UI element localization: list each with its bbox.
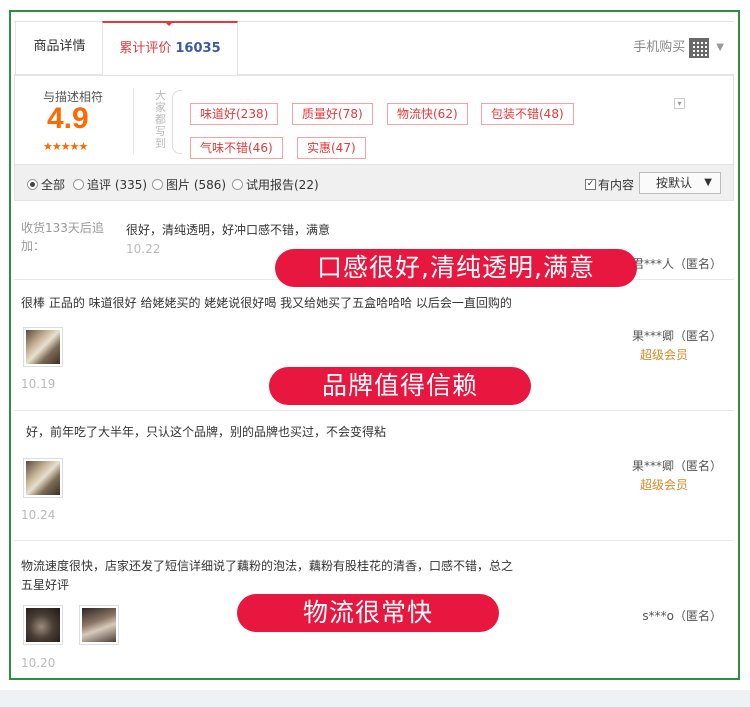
mobile-buy-label: 手机购买 [633, 40, 686, 55]
tab-reviews-label: 累计评价 [119, 41, 172, 56]
has-content-label: 有内容 [598, 178, 635, 192]
review-photo-thumbnail[interactable] [23, 605, 63, 645]
tab-reviews-count: 16035 [175, 41, 221, 56]
rating-score: 4.9 [47, 102, 89, 135]
review-photo [26, 461, 60, 495]
tab-product-details[interactable]: 商品详情 [15, 21, 103, 75]
filter-all-label: 全部 [41, 178, 66, 192]
review-text: 很棒 正品的 味道很好 给姥姥买的 姥姥说很好喝 我又给她买了五盒哈哈哈 以后会… [21, 296, 512, 310]
member-level-badge: 超级会员 [639, 348, 688, 362]
tag-quality-good[interactable]: 质量好(78) [292, 103, 373, 125]
review-date: 10.24 [21, 508, 56, 522]
radio-icon [232, 179, 243, 190]
review-date: 10.19 [21, 377, 56, 391]
tab-cumulative-reviews[interactable]: 累计评价 16035 [102, 21, 238, 76]
review-username: 君***人（匿名） [631, 257, 722, 271]
filter-pictures[interactable]: 图片 (586) [152, 176, 226, 193]
rating-stars-icon: ★★★★★ [43, 140, 88, 153]
brace-decoration [172, 90, 182, 154]
filter-append-label: 追评 (335) [87, 178, 148, 192]
filter-trial-reports[interactable]: 试用报告(22) [232, 176, 319, 193]
sort-select-value: 按默认 [656, 176, 693, 190]
rating-summary: 与描述相符 4.9 ★★★★★ 大家都写到 味道好(238) 质量好(78) 物… [14, 75, 734, 165]
review-filter-bar: 全部 追评 (335) 图片 (586) 试用报告(22) ✓ 有内容 按默认 … [14, 165, 734, 201]
chevron-down-icon: ▼ [704, 177, 712, 188]
review-username: s***o（匿名） [642, 609, 722, 623]
tab-product-details-label: 商品详情 [33, 39, 86, 54]
bottom-band [0, 690, 750, 707]
review-text: 很好，清纯透明，好冲口感不错，满意 [126, 223, 331, 237]
review-text: 好，前年吃了大半年，只认这个品牌，别的品牌也买过，不会变得粘 [26, 425, 387, 439]
review-photo-thumbnail[interactable] [23, 327, 63, 367]
review-photo [82, 608, 116, 642]
mobile-buy-button[interactable]: 手机购买 ▼ [633, 22, 724, 74]
has-content-checkbox[interactable]: ✓ 有内容 [585, 176, 634, 193]
checkbox-checked-icon: ✓ [585, 179, 596, 190]
chevron-down-icon: ▼ [716, 42, 724, 53]
review-username: 果***卿（匿名） [631, 329, 722, 343]
expand-tags-icon[interactable]: ▾ [674, 98, 685, 109]
tag-taste-good[interactable]: 味道好(238) [190, 103, 279, 125]
highlight-banner-taste: 口感很好,清纯透明,满意 [275, 249, 637, 287]
filter-trial-label: 试用报告(22) [246, 178, 319, 192]
review-photo-thumbnail[interactable] [23, 458, 63, 498]
radio-selected-icon [27, 179, 38, 190]
filter-pictures-label: 图片 (586) [166, 178, 227, 192]
qr-code-icon [689, 38, 710, 58]
review-text-line-1: 物流速度很快，店家还发了短信详细说了藕粉的泡法，藕粉有股桂花的清香，口感不错，总… [21, 559, 514, 573]
review-item: 好，前年吃了大半年，只认这个品牌，别的品牌也买过，不会变得粘 10.24 果**… [14, 411, 734, 541]
active-tab-indicator-icon [164, 21, 174, 26]
append-review-prefix: 收货133天后追加： [21, 221, 104, 253]
highlight-banner-shipping: 物流很常快 [237, 594, 499, 632]
product-reviews-frame: 商品详情 累计评价 16035 手机购买 ▼ 与描述相符 4.9 ★★★★★ 大家… [9, 10, 740, 680]
radio-icon [152, 179, 163, 190]
tag-packaging-good[interactable]: 包装不错(48) [481, 103, 574, 125]
radio-icon [73, 179, 84, 190]
tag-smell-good[interactable]: 气味不错(46) [190, 137, 283, 159]
everyone-mentioned-label: 大家都写到 [155, 89, 166, 150]
tab-bar: 商品详情 累计评价 16035 手机购买 ▼ [14, 21, 734, 76]
tag-good-value[interactable]: 实惠(47) [297, 137, 366, 159]
review-username: 果***卿（匿名） [631, 459, 722, 473]
review-photo [26, 330, 60, 364]
review-photo-thumbnail[interactable] [79, 605, 119, 645]
review-text-line-2: 五星好评 [21, 578, 70, 592]
filter-all[interactable]: 全部 [27, 176, 65, 193]
review-date: 10.20 [21, 656, 56, 670]
sort-select[interactable]: 按默认 ▼ [639, 172, 721, 194]
summary-divider [133, 88, 134, 154]
review-date: 10.22 [126, 242, 161, 256]
review-photo [26, 608, 60, 642]
highlight-banner-brand: 品牌值得信赖 [269, 367, 531, 405]
tag-fast-shipping[interactable]: 物流快(62) [387, 103, 468, 125]
filter-append-reviews[interactable]: 追评 (335) [73, 176, 147, 193]
member-level-badge: 超级会员 [639, 478, 688, 492]
